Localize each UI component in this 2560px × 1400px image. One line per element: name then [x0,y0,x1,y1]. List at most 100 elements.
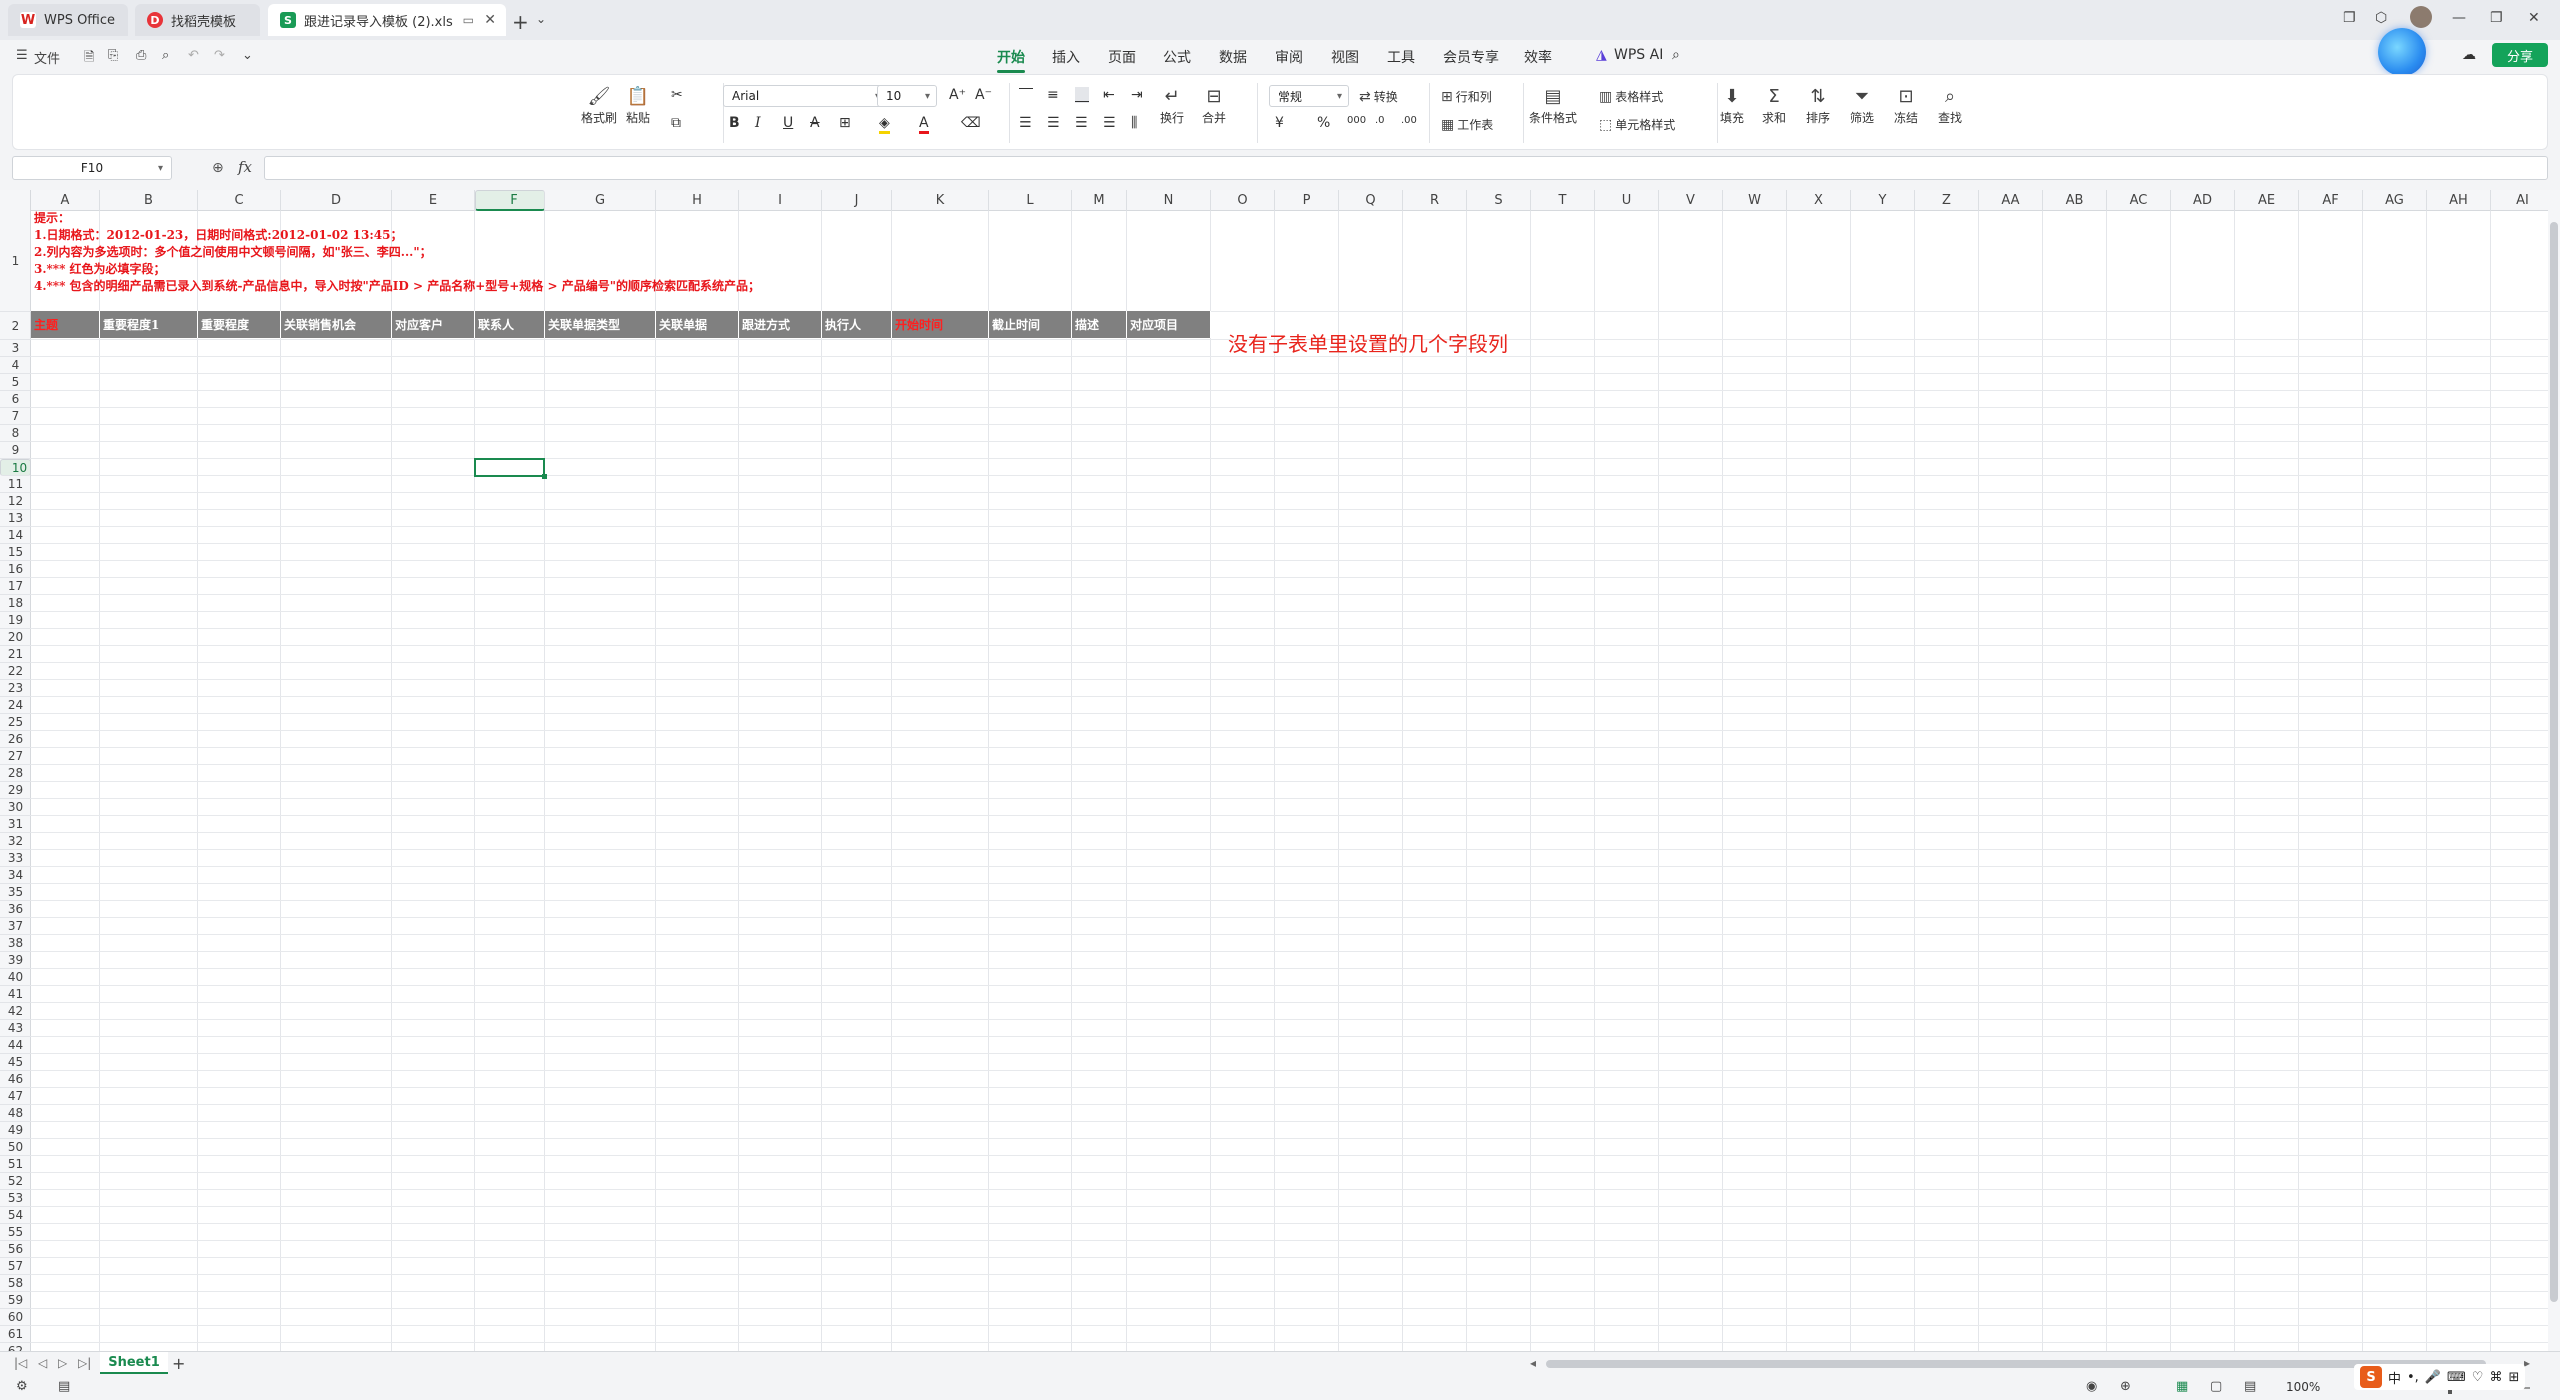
next-sheet-icon[interactable]: ▷ [58,1356,67,1370]
column-header-f[interactable]: F [475,190,545,211]
header-cell[interactable]: 描述 [1072,311,1127,338]
format-painter-button[interactable]: 🖌 格式刷 [581,83,617,126]
tab-home[interactable]: 开始 [997,47,1025,73]
menu-icon[interactable]: ☰ [16,48,28,63]
row-header[interactable]: 12 [0,493,31,510]
row-header[interactable]: 26 [0,731,31,748]
tab-member[interactable]: 会员专享 [1443,47,1499,67]
tab-data[interactable]: 数据 [1219,47,1247,67]
header-cell[interactable]: 关联单据类型 [545,311,656,338]
increase-indent-icon[interactable]: ⇥ [1131,87,1143,103]
row-header[interactable]: 53 [0,1190,31,1207]
justify-icon[interactable]: ☰ [1103,115,1116,131]
file-menu[interactable]: 文件 [34,48,60,67]
display-options-icon[interactable]: ⊕ [2120,1379,2131,1394]
cloud-icon[interactable]: ☁ [2462,47,2476,63]
macro-icon[interactable]: ⚙ [16,1379,28,1394]
strikethrough-icon[interactable]: A [810,115,820,131]
column-header-z[interactable]: Z [1915,190,1979,211]
cut-icon[interactable]: ✂ [671,87,683,103]
column-header-x[interactable]: X [1787,190,1851,211]
header-cell[interactable]: 对应客户 [392,311,475,338]
select-all-corner[interactable] [0,190,31,211]
row-header[interactable]: 55 [0,1224,31,1241]
ai-assistant-orb[interactable] [2378,28,2426,76]
zoom-icon[interactable]: ⊕ [212,160,224,176]
column-header-l[interactable]: L [989,190,1072,211]
row-header[interactable]: 32 [0,833,31,850]
row-header[interactable]: 39 [0,952,31,969]
header-cell[interactable]: 跟进方式 [739,311,822,338]
row-header[interactable]: 37 [0,918,31,935]
underline-icon[interactable]: U [783,115,793,131]
column-header-e[interactable]: E [392,190,475,211]
tab-tools[interactable]: 工具 [1387,47,1415,67]
row-header[interactable]: 19 [0,612,31,629]
column-header-v[interactable]: V [1659,190,1723,211]
row-header[interactable]: 52 [0,1173,31,1190]
print-preview-icon[interactable]: ⌕ [162,48,169,63]
function-icon[interactable]: fx [238,158,252,176]
tab-wps-ai[interactable]: WPS AI [1614,47,1663,63]
row-header[interactable]: 8 [0,425,31,442]
row-header[interactable]: 43 [0,1020,31,1037]
percent-icon[interactable]: % [1317,115,1330,131]
freeze-button[interactable]: ⊡ 冻结 [1893,83,1919,126]
add-sheet-icon[interactable]: + [172,1354,185,1373]
tab-review[interactable]: 审阅 [1275,47,1303,67]
last-sheet-icon[interactable]: ▷| [78,1356,91,1370]
column-header-g[interactable]: G [545,190,656,211]
row-header[interactable]: 62 [0,1343,31,1351]
redo-icon[interactable]: ↷ [214,48,225,63]
align-top-icon[interactable]: ⎺ [1019,87,1033,103]
row-header[interactable]: 49 [0,1122,31,1139]
align-right-icon[interactable]: ☰ [1075,115,1088,131]
page-view-icon[interactable]: ▢ [2210,1379,2222,1394]
row-header[interactable]: 15 [0,544,31,561]
row-header[interactable]: 28 [0,765,31,782]
chevron-down-icon[interactable]: ⌄ [536,12,546,26]
row-header[interactable]: 16 [0,561,31,578]
instructions-cell[interactable]: 提示： 1.日期格式：2012-01-23，日期时间格式:2012-01-02 1… [34,210,760,295]
row-header[interactable]: 21 [0,646,31,663]
decrease-decimal-icon[interactable]: .00 [1401,115,1417,126]
row-header[interactable]: 17 [0,578,31,595]
tab-efficiency[interactable]: 效率 [1524,47,1552,67]
wrap-text-button[interactable]: ↵ 换行 [1159,83,1185,126]
window-switch-icon[interactable]: ❐ [2343,10,2356,26]
row-header[interactable]: 61 [0,1326,31,1343]
print-icon[interactable]: ⎙ [136,48,146,63]
column-header-d[interactable]: D [281,190,392,211]
header-cell[interactable]: 关联单据 [656,311,739,338]
table-style-button[interactable]: ▥ 表格样式 [1599,88,1663,105]
header-cell[interactable]: 开始时间 [892,311,989,338]
worksheet-button[interactable]: ▦ 工作表 [1441,116,1493,133]
row-header[interactable]: 41 [0,986,31,1003]
italic-icon[interactable]: I [755,115,761,131]
sheet-list-icon[interactable]: ▤ [58,1379,70,1394]
border-icon[interactable]: ⊞ [839,115,851,131]
row-header[interactable]: 58 [0,1275,31,1292]
row-header[interactable]: 18 [0,595,31,612]
tab-wps-office[interactable]: W WPS Office [8,4,128,36]
row-header[interactable]: 33 [0,850,31,867]
row-header[interactable]: 10 [0,459,31,476]
merge-button[interactable]: ⊟ 合并 [1201,83,1227,126]
row-header[interactable]: 44 [0,1037,31,1054]
header-cell[interactable]: 截止时间 [989,311,1072,338]
tab-insert[interactable]: 插入 [1052,47,1080,67]
new-tab-icon[interactable]: + [512,10,529,34]
header-cell[interactable]: 联系人 [475,311,545,338]
normal-view-icon[interactable]: ▦ [2176,1379,2188,1394]
row-header[interactable]: 23 [0,680,31,697]
row-header[interactable]: 5 [0,374,31,391]
header-cell[interactable]: 主题 [31,311,100,338]
header-cell[interactable]: 重要程度 [198,311,281,338]
decrease-indent-icon[interactable]: ⇤ [1103,87,1115,103]
row-header[interactable]: 4 [0,357,31,374]
number-format-select[interactable]: 常规 ▾ [1269,85,1349,107]
column-header-ah[interactable]: AH [2427,190,2491,211]
row-header[interactable]: 40 [0,969,31,986]
column-header-u[interactable]: U [1595,190,1659,211]
row-header[interactable]: 1 [0,211,31,312]
